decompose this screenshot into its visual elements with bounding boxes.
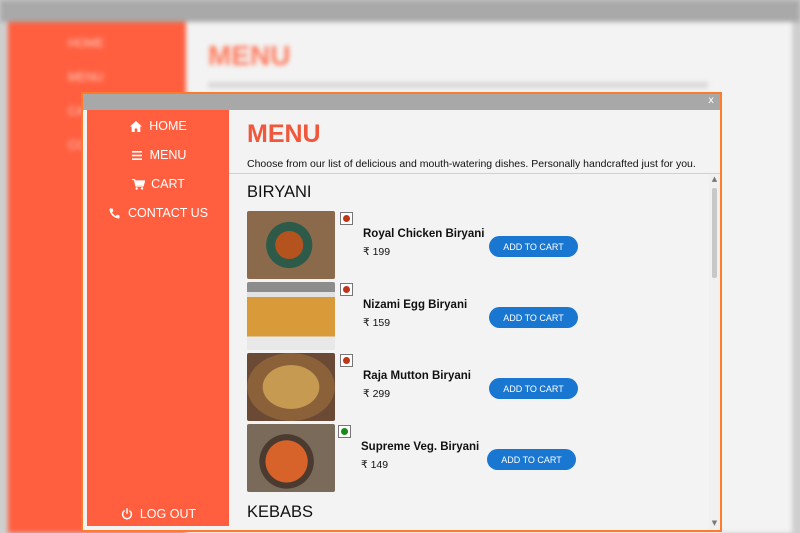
sidebar-item-label: CONTACT US xyxy=(127,206,209,220)
sidebar-item-contact-us[interactable]: CONTACT US xyxy=(87,206,229,220)
window-titlebar: x xyxy=(83,94,720,110)
sidebar-item-cart[interactable]: CART xyxy=(87,177,229,191)
scroll-up-icon[interactable]: ▲ xyxy=(709,175,720,186)
menu-window: x HOME MENU CART CONTACT US LOG OUT MENU… xyxy=(81,92,722,532)
nonveg-indicator-icon xyxy=(340,212,353,225)
veg-indicator-icon xyxy=(338,425,351,438)
background-nav-menu: MENU xyxy=(68,70,104,84)
scrollbar-thumb[interactable] xyxy=(712,188,717,278)
dish-image xyxy=(247,424,335,492)
dish-image xyxy=(247,282,335,350)
cart-icon xyxy=(131,178,145,190)
dish-price: ₹ 199 xyxy=(363,246,391,258)
section-title-kebabs: KEBABS xyxy=(247,503,314,521)
add-to-cart-button[interactable]: ADD TO CART xyxy=(489,378,578,399)
main-content: MENU Choose from our list of delicious a… xyxy=(229,110,720,530)
background-titlebar xyxy=(0,0,800,22)
list-item: Supreme Veg. Biryani ₹ 149 ADD TO CART xyxy=(245,424,705,492)
background-subtitle xyxy=(208,82,708,88)
add-to-cart-button[interactable]: ADD TO CART xyxy=(489,307,578,328)
dish-name: Supreme Veg. Biryani xyxy=(361,441,480,453)
sidebar-item-label: CART xyxy=(151,177,185,191)
dish-image xyxy=(247,353,335,421)
dish-price: ₹ 159 xyxy=(363,317,391,329)
sidebar: HOME MENU CART CONTACT US LOG OUT xyxy=(87,110,229,526)
dish-name: Raja Mutton Biryani xyxy=(363,370,471,382)
close-icon[interactable]: x xyxy=(708,95,714,106)
sidebar-item-home[interactable]: HOME xyxy=(87,119,229,133)
list-item: Royal Chicken Biryani ₹ 199 ADD TO CART xyxy=(247,211,707,279)
background-title: MENU xyxy=(208,40,291,71)
page-header: MENU Choose from our list of delicious a… xyxy=(229,110,720,174)
nonveg-indicator-icon xyxy=(340,283,353,296)
logout-button[interactable]: LOG OUT xyxy=(87,507,229,521)
dish-name: Royal Chicken Biryani xyxy=(363,228,485,240)
section-title-biryani: BIRYANI xyxy=(247,183,312,201)
home-icon xyxy=(129,120,143,132)
scrollbar[interactable]: ▲ ▼ xyxy=(709,175,720,530)
list-item: Raja Mutton Biryani ₹ 299 ADD TO CART xyxy=(247,353,707,421)
add-to-cart-button[interactable]: ADD TO CART xyxy=(487,449,576,470)
phone-icon xyxy=(108,208,122,219)
sidebar-item-menu[interactable]: MENU xyxy=(87,148,229,162)
logout-label: LOG OUT xyxy=(139,507,197,521)
list-icon xyxy=(130,150,144,160)
page-title: MENU xyxy=(247,120,321,148)
sidebar-item-label: HOME xyxy=(149,119,187,133)
dish-price: ₹ 149 xyxy=(361,459,389,471)
menu-list[interactable]: BIRYANI Royal Chicken Biryani ₹ 199 ADD … xyxy=(229,175,709,530)
page-subtitle: Choose from our list of delicious and mo… xyxy=(247,158,696,170)
nonveg-indicator-icon xyxy=(340,354,353,367)
dish-price: ₹ 299 xyxy=(363,388,391,400)
dish-image xyxy=(247,211,335,279)
list-item: Nizami Egg Biryani ₹ 159 ADD TO CART xyxy=(247,282,707,350)
add-to-cart-button[interactable]: ADD TO CART xyxy=(489,236,578,257)
dish-name: Nizami Egg Biryani xyxy=(363,299,468,311)
sidebar-item-label: MENU xyxy=(149,148,187,162)
scroll-down-icon[interactable]: ▼ xyxy=(709,519,720,530)
background-nav-home: HOME xyxy=(68,36,104,50)
power-icon xyxy=(120,508,134,520)
